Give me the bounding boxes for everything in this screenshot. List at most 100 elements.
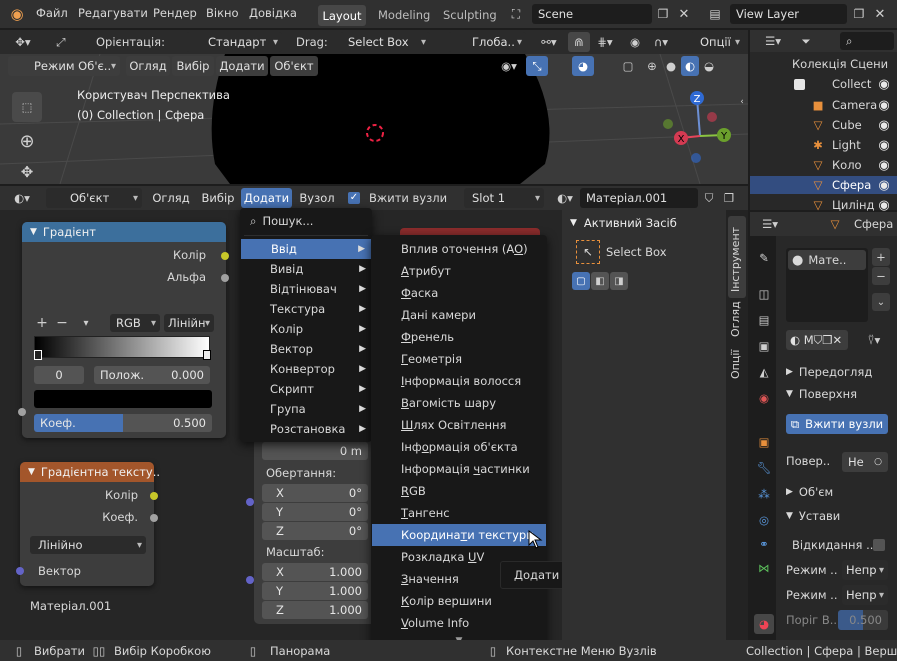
tab-options[interactable]: Опції: [728, 342, 746, 382]
ramp-gradient-bar[interactable]: [34, 336, 210, 358]
copy-material-icon[interactable]: ❐: [720, 188, 738, 208]
workspace-tab-layout[interactable]: Layout: [318, 5, 366, 26]
input-submenu-item[interactable]: Шлях Освітлення: [372, 414, 546, 436]
ramp-stop-white[interactable]: [203, 350, 211, 360]
solid-shading-icon[interactable]: ●: [662, 56, 680, 76]
snap-icon[interactable]: ⋒: [568, 32, 590, 52]
mapping-scale-z[interactable]: Z 1.000: [262, 601, 368, 619]
world-tab-icon[interactable]: ◉: [754, 388, 774, 408]
input-submenu-item[interactable]: Вагомість шару: [372, 392, 546, 414]
add-menu-item-layout[interactable]: Розстановка ▶: [240, 419, 372, 439]
sphere-visibility-icon[interactable]: ◉: [876, 176, 892, 194]
node-menu-view[interactable]: Огляд: [148, 188, 194, 208]
input-submenu-item[interactable]: Дані камери: [372, 304, 546, 326]
menu-edit[interactable]: Редагувати: [78, 6, 148, 20]
add-stop-icon[interactable]: +: [34, 314, 50, 332]
gradtex-interp-select[interactable]: Лінійно: [30, 536, 146, 554]
add-menu-item-texture[interactable]: Текстура ▶: [240, 299, 372, 319]
add-menu-search[interactable]: ⌕ Пошук...: [244, 211, 368, 231]
options-dropdown[interactable]: Опції: [690, 32, 744, 52]
material-tab-icon[interactable]: ◕: [754, 614, 774, 634]
gradtex-vector-socket[interactable]: [16, 567, 24, 575]
viewport-menu-select[interactable]: Вибір: [172, 56, 214, 76]
mapping-rotation-x[interactable]: X 0°: [262, 484, 368, 502]
particles-tab-icon[interactable]: ⁂: [754, 484, 774, 504]
view-layer-field[interactable]: View Layer: [730, 4, 847, 24]
copy-scene-icon[interactable]: ❐: [654, 4, 672, 24]
material-shading-icon[interactable]: ◐: [681, 56, 699, 76]
input-submenu-item[interactable]: Інформація частинки: [372, 458, 546, 480]
tab-tool[interactable]: Інструмент: [728, 216, 746, 298]
input-submenu-item[interactable]: Інформація волосся: [372, 370, 546, 392]
use-nodes-label[interactable]: Вжити вузли: [369, 191, 447, 205]
add-menu-item-script[interactable]: Скрипт ▶: [240, 379, 372, 399]
use-nodes-checkbox[interactable]: ✓: [348, 192, 360, 204]
ramp-interp-select[interactable]: Лінійн: [164, 314, 214, 332]
material-slot-list[interactable]: ● Мате..: [786, 248, 868, 322]
input-submenu-item[interactable]: Інформація об'єкта: [372, 436, 546, 458]
scene-icon[interactable]: ⛶: [504, 4, 528, 24]
modifier-tab-icon[interactable]: 🔧︎: [754, 458, 774, 478]
remove-stop-icon[interactable]: −: [54, 314, 70, 332]
add-menu-item-color[interactable]: Колір ▶: [240, 319, 372, 339]
output-tab-icon[interactable]: ▤: [754, 310, 774, 330]
viewport-menu-object[interactable]: Об'єкт: [270, 56, 318, 76]
node-color-ramp-header[interactable]: ▼ Градієнт: [22, 222, 226, 242]
add-menu-item-input[interactable]: Ввід ▶: [241, 239, 371, 259]
blend-mode-select[interactable]: Непр: [842, 560, 888, 580]
ramp-menu-icon[interactable]: ▾: [78, 314, 94, 332]
mapping-rotation-z[interactable]: Z 0°: [262, 522, 368, 540]
outliner-item-camera[interactable]: Camera: [832, 98, 877, 112]
remove-scene-icon[interactable]: ✕: [675, 4, 693, 24]
render-tab-icon[interactable]: ◫: [754, 284, 774, 304]
material-browse-field[interactable]: ◐ M⛉❐✕: [786, 330, 848, 350]
ramp-stop-color[interactable]: [34, 390, 212, 408]
material-name-field[interactable]: Матеріал.001: [580, 188, 698, 208]
drag-select[interactable]: Select Box: [340, 32, 430, 52]
transform-pivot-icon[interactable]: ⤢: [50, 32, 72, 52]
ramp-mode-select[interactable]: RGB: [110, 314, 160, 332]
properties-type-icon[interactable]: ☰▾: [756, 214, 784, 234]
light-visibility-icon[interactable]: ◉: [876, 136, 892, 154]
collection-visibility-icon[interactable]: ◉: [876, 75, 892, 93]
collection-checkbox[interactable]: [794, 79, 805, 90]
node-gradient-texture[interactable]: ▼ Градієнтна тексту.. Колір Коеф. Лінійно…: [20, 462, 160, 586]
add-slot-icon[interactable]: +: [872, 248, 890, 266]
outliner-item-circle[interactable]: Коло: [832, 158, 862, 172]
tool-tab-icon[interactable]: ✎: [754, 248, 774, 268]
ramp-position-field[interactable]: Полож. 0.000: [94, 366, 210, 384]
outliner-root[interactable]: Колекція Сцени: [792, 57, 888, 71]
constraints-tab-icon[interactable]: ⚭: [754, 534, 774, 554]
xray-icon[interactable]: ▢: [618, 56, 638, 76]
blender-logo-icon[interactable]: ◉: [6, 4, 28, 24]
shadow-mode-select[interactable]: Непр: [842, 585, 888, 605]
node-collapse-icon[interactable]: ▼: [28, 467, 35, 477]
falloff-icon[interactable]: ∩▾: [648, 32, 674, 52]
copy-view-layer-icon[interactable]: ❐: [850, 4, 868, 24]
slot-select[interactable]: Slot 1: [464, 188, 544, 208]
data-tab-icon[interactable]: ⋈: [754, 558, 774, 578]
outliner-collection[interactable]: Collect: [832, 77, 871, 91]
input-submenu-item[interactable]: RGB: [372, 480, 546, 502]
menu-window[interactable]: Вікно: [206, 6, 239, 20]
mapping-location-z[interactable]: 0 m: [262, 442, 368, 460]
select-mode-subtract-icon[interactable]: ◨: [610, 272, 628, 290]
remove-view-layer-icon[interactable]: ✕: [871, 4, 889, 24]
camera-visibility-icon[interactable]: ◉: [876, 96, 892, 114]
node-gradient-texture-header[interactable]: ▼ Градієнтна тексту..: [20, 462, 160, 482]
menu-help[interactable]: Довідка: [249, 6, 297, 20]
node-color-ramp[interactable]: ▼ Градієнт Колір Альфа + − ▾ RGB Лінійн 0…: [22, 222, 226, 438]
input-submenu-item[interactable]: Фаска: [372, 282, 546, 304]
editor-type-icon[interactable]: ◐▾: [6, 188, 38, 208]
mapping-scale-socket[interactable]: [246, 576, 254, 584]
input-submenu-item[interactable]: Френель: [372, 326, 546, 348]
mapping-rotation-y[interactable]: Y 0°: [262, 503, 368, 521]
tool-cursor-icon[interactable]: ✥▾: [6, 32, 40, 52]
node-mapping[interactable]: 0 m Обертання: X 0° Y 0° Z 0° Масштаб: X 1.0…: [254, 438, 376, 624]
link-data-icon[interactable]: ⍢▾: [858, 330, 890, 350]
pivot-point-icon[interactable]: ⚯▾: [534, 32, 564, 52]
tab-view[interactable]: Огляд: [728, 300, 746, 340]
object-tab-icon[interactable]: ▣: [754, 432, 774, 452]
tool-panel-header[interactable]: ▼ Активний Засіб: [562, 212, 726, 234]
workspace-tab-sculpting[interactable]: Sculpting: [443, 8, 497, 22]
